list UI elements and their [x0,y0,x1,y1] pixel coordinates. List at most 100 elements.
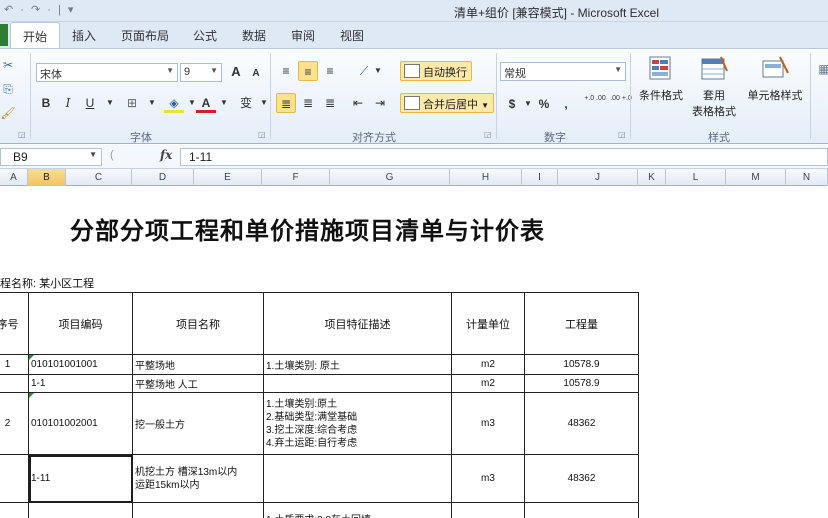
chevron-down-icon[interactable]: ▼ [100,93,120,113]
cell-no[interactable]: 1 [0,354,29,375]
tab-formulas[interactable]: 公式 [193,27,217,44]
font-size-combo[interactable]: 9 ▼ [180,63,222,82]
chevron-down-icon[interactable]: ▼ [142,93,162,113]
cell-desc[interactable] [263,374,452,393]
column-header[interactable]: M [726,169,786,186]
increase-decimal-button[interactable]: +.0 .00 [582,94,608,114]
conditional-format-button[interactable]: 条件格式 [636,55,686,103]
column-header[interactable]: E [194,169,262,186]
formula-input[interactable]: 1-11 [180,148,828,166]
fill-color-icon[interactable]: ◈ [164,93,184,113]
cell-name[interactable]: 平整场地 人工 [132,374,264,393]
column-header[interactable]: A [0,169,28,186]
alignment-launcher-icon[interactable]: ◲ [484,130,492,139]
align-left-icon[interactable]: ≣ [276,93,296,113]
chevron-down-icon[interactable]: ▼ [368,61,388,81]
cell-styles-button[interactable]: 单元格样式 [744,55,806,103]
font-name-combo[interactable]: 宋体 ▼ [36,63,178,82]
cell-unit[interactable] [451,502,525,518]
column-header[interactable]: H [450,169,522,186]
percent-button[interactable]: % [534,94,554,114]
tab-insert[interactable]: 插入 [72,27,96,44]
cell-unit[interactable]: m2 [451,354,525,375]
cell-name[interactable]: 挖一般土方 [132,392,264,455]
cell-name[interactable] [132,502,264,518]
align-top-icon[interactable]: ≡ [276,61,296,81]
tab-page-layout[interactable]: 页面布局 [121,27,169,44]
cell-unit[interactable]: m3 [451,454,525,503]
font-launcher-icon[interactable]: ◲ [258,130,266,139]
cell-name[interactable]: 机挖土方 槽深13m以内 运距15km以内 [132,454,264,503]
underline-button[interactable]: U [80,93,100,113]
cut-icon[interactable]: ✂ [0,55,18,75]
header-desc[interactable]: 项目特征描述 [263,292,452,355]
cell-code[interactable]: 010101002001 [28,392,133,455]
column-header[interactable]: J [558,169,638,186]
align-middle-icon[interactable]: ≡ [298,61,318,81]
cell-desc[interactable]: 1.土质要求:3:8灰土回填 [263,502,452,518]
cell-code-selected[interactable]: 1-11 [28,454,133,503]
phonetic-button[interactable]: 变 [236,93,256,113]
cell-no[interactable]: 2 [0,392,29,455]
insert-cells-icon[interactable]: ▦ [814,59,828,79]
tab-data[interactable]: 数据 [242,27,266,44]
cell-no[interactable] [0,502,29,518]
format-painter-icon[interactable]: 🖌 [0,103,18,123]
cell-no[interactable] [0,454,29,503]
cell-qty[interactable]: 48362 [524,392,639,455]
format-as-table-button[interactable]: 套用 表格格式 [688,55,740,119]
column-header[interactable]: L [666,169,726,186]
grow-font-button[interactable]: A [226,62,246,82]
number-launcher-icon[interactable]: ◲ [618,130,626,139]
cell-qty[interactable]: 10578.9 [524,354,639,375]
cell-code[interactable] [28,502,133,518]
column-header[interactable]: B [28,169,66,186]
name-box[interactable]: B9 ▼ [0,148,102,166]
quick-access-toolbar[interactable]: ↶ · ↷ · | ▾ [4,3,75,16]
cell-name[interactable]: 平整场地 [132,354,264,375]
column-header[interactable]: K [638,169,666,186]
italic-button[interactable]: I [58,93,78,113]
cell-desc[interactable]: 1.土壤类别:原土 2.基础类型:满堂基础 3.挖土深度:综合考虑 4.弃土运距… [263,392,452,455]
number-format-combo[interactable]: 常规 ▼ [500,62,626,81]
cell-qty[interactable]: 48362 [524,454,639,503]
column-header[interactable]: N [786,169,828,186]
chevron-down-icon[interactable]: ▼ [254,93,274,113]
merge-center-button[interactable]: 合并后居中 ▼ [400,93,494,113]
cell-desc[interactable]: 1.土壤类别: 原土 [263,354,452,375]
tab-home[interactable]: 开始 [10,22,61,49]
cell-qty[interactable] [524,502,639,518]
comma-button[interactable]: , [556,94,576,114]
worksheet[interactable]: 分部分项工程和单价措施项目清单与计价表 程名称: 某小区工程 序号 项目编码 项… [0,186,828,518]
column-header[interactable]: C [66,169,132,186]
borders-icon[interactable]: ⊞ [122,93,142,113]
tab-review[interactable]: 审阅 [291,27,315,44]
tab-view[interactable]: 视图 [340,27,364,44]
insert-function-button[interactable]: fx [160,148,172,162]
increase-indent-icon[interactable]: ⇥ [370,93,390,113]
cell-no[interactable] [0,374,29,393]
cell-qty[interactable]: 10578.9 [524,374,639,393]
align-center-icon[interactable]: ≣ [298,93,318,113]
column-header[interactable]: G [330,169,450,186]
header-unit[interactable]: 计量单位 [451,292,525,355]
align-right-icon[interactable]: ≣ [320,93,340,113]
shrink-font-button[interactable]: A [246,64,266,84]
header-name[interactable]: 项目名称 [132,292,264,355]
cell-code[interactable]: 1-1 [28,374,133,393]
wrap-text-button[interactable]: 自动换行 [400,61,472,81]
header-no[interactable]: 序号 [0,292,29,355]
column-header[interactable]: D [132,169,194,186]
decrease-indent-icon[interactable]: ⇤ [348,93,368,113]
header-code[interactable]: 项目编码 [28,292,133,355]
chevron-down-icon[interactable]: ▼ [214,93,234,113]
clipboard-launcher-icon[interactable]: ◲ [18,130,26,139]
column-header[interactable]: F [262,169,330,186]
header-qty[interactable]: 工程量 [524,292,639,355]
cell-code[interactable]: 010101001001 [28,354,133,375]
cell-desc[interactable] [263,454,452,503]
font-color-icon[interactable]: A [196,93,216,113]
bold-button[interactable]: B [36,93,56,113]
cell-unit[interactable]: m2 [451,374,525,393]
copy-icon[interactable]: ⎘ [0,79,18,99]
